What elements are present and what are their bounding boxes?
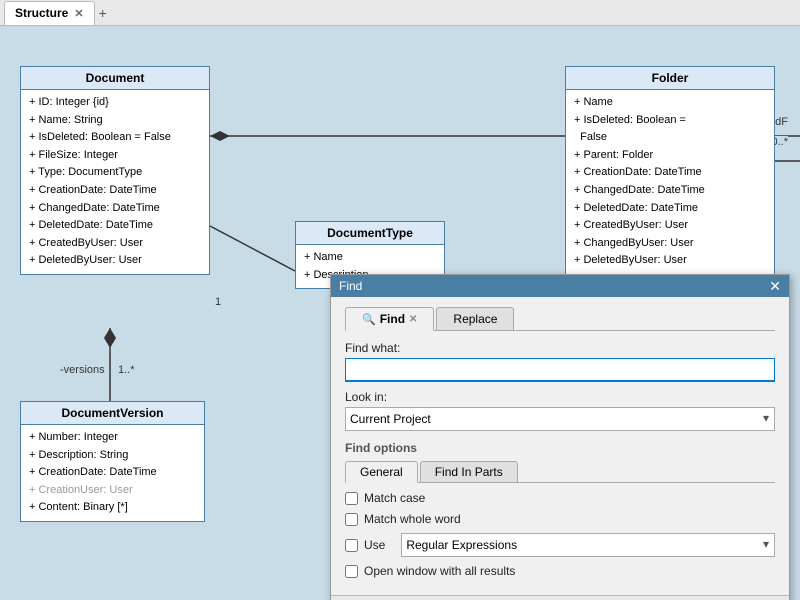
open-window-label: Open window with all results [364,564,515,578]
find-options-label: Find options [345,441,775,455]
folder-class-header: Folder [566,67,774,90]
find-dialog-footer: Find Next [331,595,789,600]
document-class: Document + ID: Integer {id} + Name: Stri… [20,66,210,275]
find-dialog-close-button[interactable]: ✕ [769,279,781,293]
find-options-section: Find options General Find In Parts Match… [345,441,775,578]
list-item: + Name [304,249,436,267]
list-item: + CreatedByUser: User [574,217,766,235]
list-item: + IsDeleted: Boolean = [574,112,766,130]
list-item: + Type: DocumentType [29,164,201,182]
versions-label: -versions [60,364,105,376]
add-tab-button[interactable]: + [99,5,107,21]
match-whole-word-row: Match whole word [345,512,775,526]
tab-label: Structure [15,6,68,20]
list-item: + Number: Integer [29,429,196,447]
find-replace-tabs: 🔍 Find ✕ Replace [345,307,775,331]
one-to-many-label: 1..* [118,364,135,376]
find-dialog-body: 🔍 Find ✕ Replace Find what: Look in: Cur… [331,297,789,595]
find-tab-label: Find [380,312,405,326]
diagram-area: -versions 1..* 1 -nestedF 0..* Document … [0,26,800,600]
tab-close-icon[interactable]: ✕ [74,7,83,20]
list-item: + ID: Integer {id} [29,94,201,112]
list-item: + CreationDate: DateTime [574,164,766,182]
find-in-parts-tab[interactable]: Find In Parts [420,461,518,482]
list-item: + Content: Binary [*] [29,499,196,517]
use-select-wrapper: Regular Expressions Wildcards [401,533,775,557]
folder-class: Folder + Name + IsDeleted: Boolean = Fal… [565,66,775,275]
open-window-row: Open window with all results [345,564,775,578]
folder-class-body: + Name + IsDeleted: Boolean = False + Pa… [566,90,774,274]
documentversion-class-header: DocumentVersion [21,402,204,425]
list-item: False [574,129,766,147]
documentversion-class: DocumentVersion + Number: Integer + Desc… [20,401,205,522]
general-options-tab[interactable]: General [345,461,418,483]
replace-tab-label: Replace [453,312,497,326]
find-dialog-titlebar: Find ✕ [331,275,789,297]
structure-tab[interactable]: Structure ✕ [4,1,95,25]
use-type-select[interactable]: Regular Expressions Wildcards [401,533,775,557]
list-item: + DeletedDate: DateTime [29,217,201,235]
tab-bar: Structure ✕ + [0,0,800,26]
list-item: + CreationDate: DateTime [29,464,196,482]
open-window-checkbox[interactable] [345,565,358,578]
find-what-row: Find what: [345,341,775,382]
list-item: + Name: String [29,112,201,130]
use-label: Use [364,538,385,552]
one-label: 1 [215,296,221,308]
match-whole-word-label: Match whole word [364,512,461,526]
look-in-select-wrapper: Current Project Entire Solution Current … [345,407,775,431]
look-in-row: Look in: Current Project Entire Solution… [345,390,775,431]
find-what-label: Find what: [345,341,775,355]
list-item: + DeletedByUser: User [574,252,766,270]
use-checkbox[interactable] [345,539,358,552]
list-item: + CreatedByUser: User [29,235,201,253]
look-in-label: Look in: [345,390,775,404]
list-item: + ChangedByUser: User [574,235,766,253]
documentversion-class-body: + Number: Integer + Description: String … [21,425,204,521]
document-class-body: + ID: Integer {id} + Name: String + IsDe… [21,90,209,274]
list-item: + ChangedDate: DateTime [29,200,201,218]
documenttype-class-header: DocumentType [296,222,444,245]
match-case-row: Match case [345,491,775,505]
replace-tab[interactable]: Replace [436,307,514,330]
list-item: + FileSize: Integer [29,147,201,165]
options-tabs: General Find In Parts [345,461,775,483]
match-case-checkbox[interactable] [345,492,358,505]
list-item: + ChangedDate: DateTime [574,182,766,200]
list-item: + Description: String [29,447,196,465]
match-case-label: Match case [364,491,425,505]
list-item: + DeletedDate: DateTime [574,200,766,218]
list-item: + IsDeleted: Boolean = False [29,129,201,147]
find-tab-icon: 🔍 [362,313,376,326]
find-dialog-title: Find [339,279,362,293]
match-whole-word-checkbox[interactable] [345,513,358,526]
list-item: + CreationDate: DateTime [29,182,201,200]
list-item: + CreationUser: User [29,482,196,500]
document-class-header: Document [21,67,209,90]
find-what-input[interactable] [345,358,775,382]
use-row: Use Regular Expressions Wildcards [345,533,775,557]
list-item: + Name [574,94,766,112]
list-item: + DeletedByUser: User [29,252,201,270]
find-tab-close-icon[interactable]: ✕ [409,314,417,325]
list-item: + Parent: Folder [574,147,766,165]
look-in-select[interactable]: Current Project Entire Solution Current … [345,407,775,431]
find-dialog: Find ✕ 🔍 Find ✕ Replace Find what: [330,274,790,600]
find-tab[interactable]: 🔍 Find ✕ [345,307,434,331]
